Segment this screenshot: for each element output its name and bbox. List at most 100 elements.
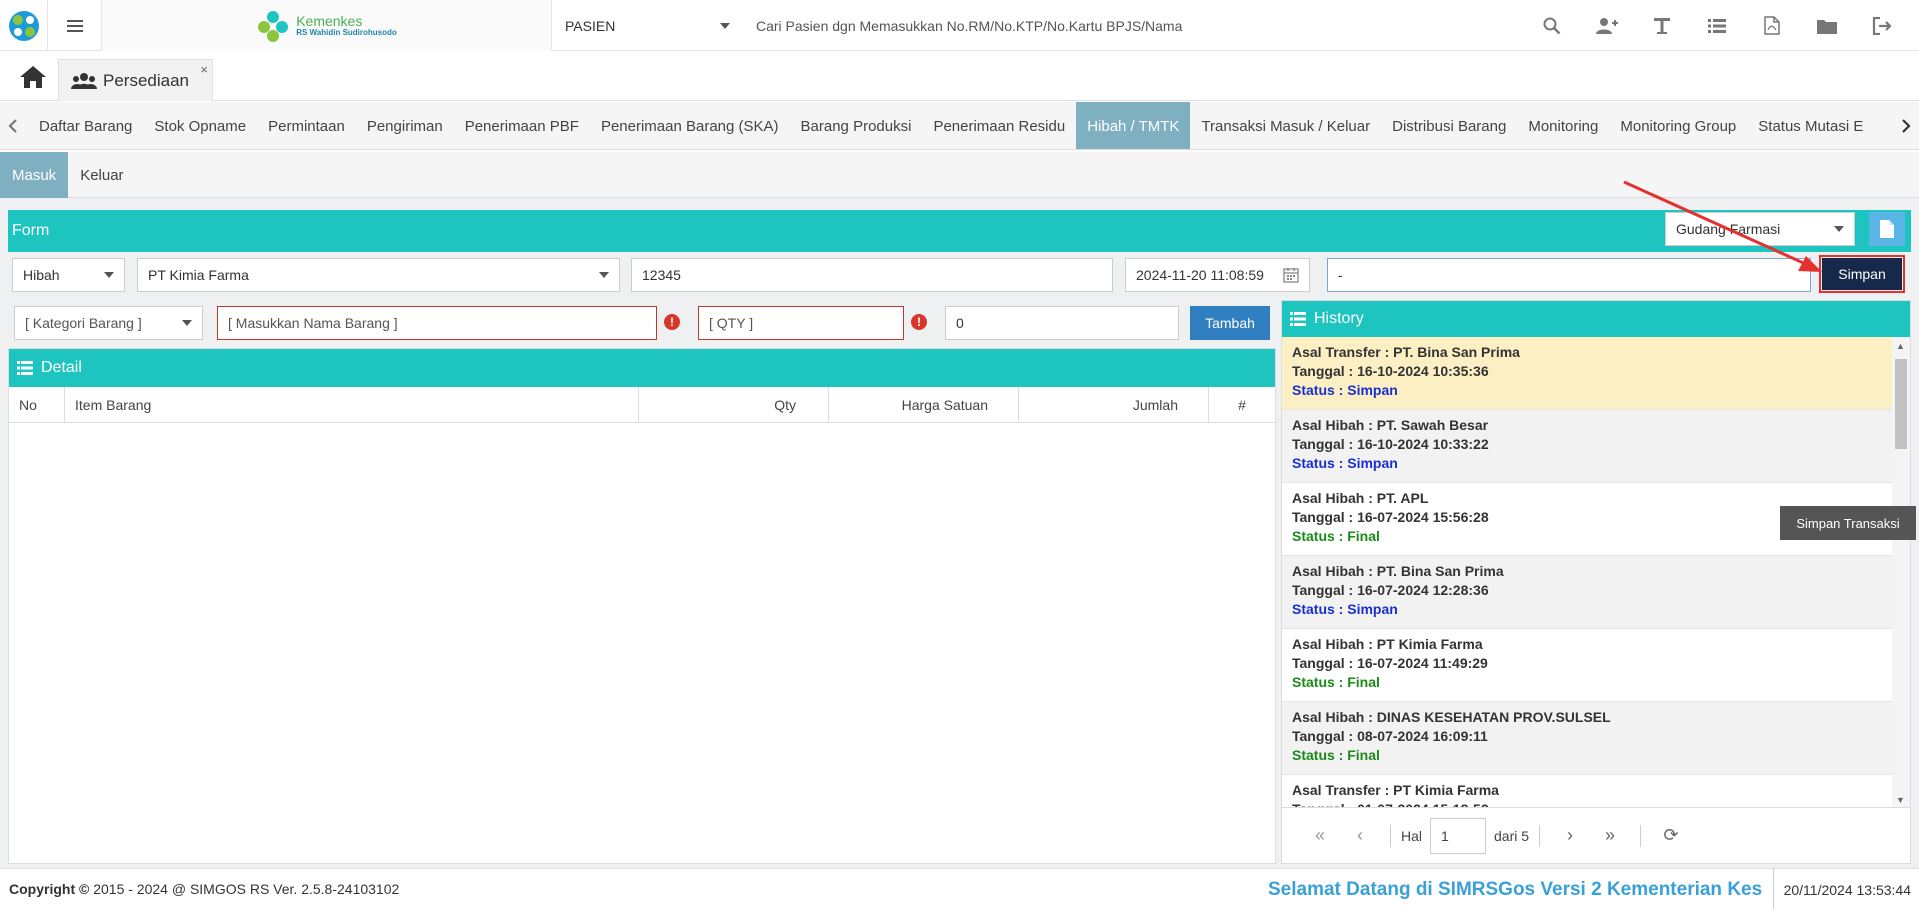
close-tab-icon[interactable]: ×	[200, 62, 208, 77]
form-title: Form	[12, 222, 50, 239]
history-status: Status : Simpan	[1292, 382, 1398, 398]
menu-item[interactable]: Distribusi Barang	[1381, 102, 1517, 149]
patient-type-select[interactable]: PASIEN	[565, 0, 740, 51]
history-item[interactable]: Asal Hibah : PT Kimia Farma Tanggal : 16-…	[1282, 629, 1893, 702]
history-item[interactable]: Asal Hibah : PT. Sawah Besar Tanggal : 16…	[1282, 410, 1893, 483]
history-item[interactable]: Asal Transfer : PT. Bina San Prima Tangga…	[1282, 337, 1893, 410]
sub-tab[interactable]: Keluar	[68, 152, 135, 198]
sub-tabs: Masuk Keluar	[0, 152, 1919, 198]
gudang-select[interactable]: Gudang Farmasi	[1665, 212, 1855, 246]
qty-input[interactable]: [ QTY ]	[698, 306, 904, 340]
harga-input[interactable]: 0	[945, 306, 1179, 340]
nama-barang-input[interactable]: [ Masukkan Nama Barang ]	[217, 306, 657, 340]
text-icon	[1653, 17, 1670, 34]
welcome-marquee: Selamat Datang di SIMRSGos Versi 2 Kemen…	[1268, 878, 1763, 900]
history-tanggal: Tanggal : 16-10-2024 10:33:22	[1292, 436, 1489, 452]
text-button[interactable]	[1634, 0, 1689, 51]
scroll-up-icon[interactable]: ▲	[1896, 341, 1905, 351]
patient-type-label: PASIEN	[565, 17, 616, 34]
nomor-value: 12345	[642, 267, 681, 283]
new-document-button[interactable]	[1869, 212, 1905, 246]
menu-item[interactable]: Hibah / TMTK	[1076, 102, 1191, 149]
next-page-icon[interactable]: ›	[1550, 825, 1590, 846]
chevron-left-icon	[8, 119, 17, 133]
divider	[1390, 824, 1391, 847]
menu-item[interactable]: Daftar Barang	[28, 102, 143, 149]
folder-button[interactable]	[1799, 0, 1854, 51]
history-asal: Asal Hibah : PT Kimia Farma	[1292, 636, 1483, 652]
scroll-down-icon[interactable]: ▼	[1896, 795, 1905, 805]
search-button[interactable]	[1524, 0, 1579, 51]
tambah-button[interactable]: Tambah	[1190, 306, 1270, 340]
last-page-icon[interactable]: »	[1590, 825, 1630, 846]
sub-tab[interactable]: Masuk	[0, 152, 69, 198]
form-header: Form Gudang Farmasi	[8, 210, 1911, 252]
simpan-button[interactable]: Simpan	[1819, 255, 1905, 293]
menu-item[interactable]: Permintaan	[257, 102, 356, 149]
patient-search-input[interactable]: Cari Pasien dgn Memasukkan No.RM/No.KTP/…	[756, 0, 1182, 51]
brand-hospital: RS Wahidin Sudirohusodo	[296, 27, 397, 37]
chevron-down-icon	[182, 320, 192, 326]
menu-item[interactable]: Monitoring Group	[1609, 102, 1747, 149]
document-icon	[1880, 220, 1894, 238]
brand-header: Kemenkes RS Wahidin Sudirohusodo	[102, 0, 552, 51]
history-asal: Asal Transfer : PT Kimia Farma	[1292, 782, 1499, 798]
menu-item[interactable]: Transaksi Masuk / Keluar	[1190, 102, 1381, 149]
jenis-select[interactable]: Hibah	[12, 258, 125, 292]
chevron-down-icon	[104, 272, 114, 278]
datetime-clock: 20/11/2024 13:53:44	[1772, 869, 1911, 909]
history-pager: « ‹ Hal 1 dari 5 › » ⟳	[1282, 807, 1910, 863]
refresh-icon[interactable]: ⟳	[1651, 825, 1691, 846]
keterangan-input[interactable]: -	[1327, 258, 1811, 292]
history-item[interactable]: Asal Transfer : PT Kimia Farma Tanggal : …	[1282, 775, 1893, 807]
nomor-input[interactable]: 12345	[631, 258, 1113, 292]
nav-scroll-right-button[interactable]	[1893, 102, 1919, 149]
tanggal-value: 2024-11-20 11:08:59	[1136, 267, 1264, 283]
menu-item[interactable]: Pengiriman	[356, 102, 454, 149]
history-scrollbar[interactable]: ▲ ▼	[1892, 337, 1910, 807]
brand-name: Kemenkes	[296, 12, 363, 29]
tanggal-input[interactable]: 2024-11-20 11:08:59	[1125, 258, 1310, 292]
tab-persediaan[interactable]: Persediaan ×	[58, 59, 213, 101]
page-number-input[interactable]: 1	[1430, 817, 1487, 854]
first-page-icon[interactable]: «	[1300, 825, 1340, 846]
hamburger-menu-button[interactable]	[48, 0, 102, 51]
history-status: Status : Simpan	[1292, 601, 1398, 617]
menu-item[interactable]: Penerimaan Residu	[922, 102, 1076, 149]
home-button[interactable]	[12, 61, 54, 93]
menu-item[interactable]: Stok Opname	[143, 102, 257, 149]
history-item[interactable]: Asal Hibah : DINAS KESEHATAN PROV.SULSEL…	[1282, 702, 1893, 775]
module-tab-row: Persediaan ×	[0, 51, 1919, 101]
logout-button[interactable]	[1854, 0, 1909, 51]
history-item[interactable]: Asal Hibah : PT. Bina San Prima Tanggal :…	[1282, 556, 1893, 629]
pdf-button[interactable]	[1744, 0, 1799, 51]
list-button[interactable]	[1689, 0, 1744, 51]
gudang-value: Gudang Farmasi	[1676, 221, 1781, 237]
menu-item[interactable]: Penerimaan PBF	[454, 102, 590, 149]
history-asal: Asal Hibah : DINAS KESEHATAN PROV.SULSEL	[1292, 709, 1611, 725]
top-bar: Kemenkes RS Wahidin Sudirohusodo PASIEN …	[0, 0, 1919, 51]
page-total-label: dari 5	[1494, 827, 1530, 844]
qty-placeholder: [ QTY ]	[709, 315, 754, 331]
menu-item[interactable]: Monitoring	[1517, 102, 1609, 149]
main-panel: Form Gudang Farmasi Hibah PT Kimia Farma…	[0, 198, 1919, 868]
history-status: Status : Final	[1292, 674, 1380, 690]
list-icon	[1290, 312, 1306, 326]
calendar-icon[interactable]	[1283, 267, 1299, 283]
prev-page-icon[interactable]: ‹	[1340, 825, 1380, 846]
search-icon	[1543, 17, 1560, 34]
menu-item[interactable]: Penerimaan Barang (SKA)	[590, 102, 790, 149]
nav-scroll-left-button[interactable]	[0, 102, 26, 149]
divider	[1539, 824, 1541, 847]
error-icon: !	[664, 314, 680, 330]
tab-persediaan-label: Persediaan	[103, 70, 190, 90]
menu-item[interactable]: Status Mutasi E	[1747, 102, 1874, 149]
history-list: Asal Transfer : PT. Bina San Prima Tangga…	[1282, 337, 1893, 807]
asal-select[interactable]: PT Kimia Farma	[137, 258, 620, 292]
scrollbar-thumb[interactable]	[1895, 359, 1907, 449]
folder-icon	[1816, 19, 1837, 34]
kategori-barang-select[interactable]: [ Kategori Barang ]	[14, 306, 203, 340]
add-user-button[interactable]	[1579, 0, 1634, 51]
menu-item[interactable]: Barang Produksi	[790, 102, 923, 149]
app-logo[interactable]	[0, 0, 48, 51]
